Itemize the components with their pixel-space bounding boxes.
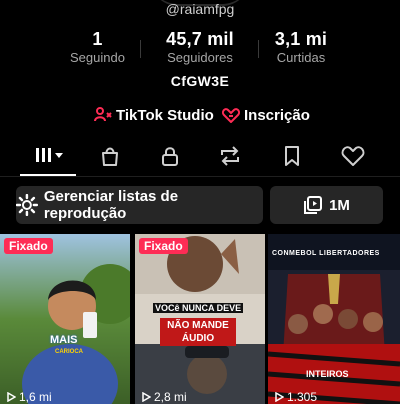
video-views: 1,6 mi [6, 390, 52, 404]
tab-videos[interactable] [23, 138, 73, 174]
stat-likes-value: 3,1 mi [274, 29, 328, 49]
stat-following[interactable]: 1 Seguindo [40, 28, 155, 68]
stat-followers[interactable]: 45,7 mil Seguidores [145, 28, 255, 68]
manage-playlists-button[interactable]: Gerenciar listas de reprodução [16, 186, 263, 224]
pinned-badge: Fixado [4, 238, 53, 254]
video-overlay-text: INTEIROS [306, 369, 349, 379]
play-icon [275, 392, 284, 402]
video-header-text: CONMEBOL LIBERTADORES [272, 250, 380, 257]
video-thumbnail[interactable]: CONMEBOL LIBERTADORES INTEIROS 1.305 [268, 234, 400, 404]
heart-icon [341, 146, 365, 166]
tabs-divider [0, 176, 400, 177]
stat-divider [140, 40, 141, 58]
video-overlay-text: VOCê NUNCA DEVE [153, 303, 244, 313]
tiktok-studio-link[interactable]: TikTok Studio [94, 104, 214, 126]
bookmark-icon [285, 146, 299, 166]
tab-liked[interactable] [328, 138, 378, 174]
repost-icon [221, 146, 239, 166]
stat-likes-label: Curtidas [276, 50, 326, 65]
stat-likes[interactable]: 3,1 mi Curtidas [250, 28, 352, 68]
shop-bag-icon [102, 147, 118, 166]
lock-icon [162, 147, 178, 166]
profile-tabs [0, 138, 400, 178]
gear-icon [16, 194, 38, 216]
video-views: 2,8 mi [141, 390, 187, 404]
video-thumbnail[interactable]: Fixado VOCê NUNCA DEVE NÃO MANDE ÁUDIO 2… [135, 234, 265, 404]
playlist-views-button[interactable]: 1M [270, 186, 383, 224]
stat-following-value: 1 [92, 29, 103, 49]
chevron-down-icon [55, 153, 63, 158]
pinned-badge: Fixado [139, 238, 188, 254]
video-overlay-box: NÃO MANDE ÁUDIO [160, 318, 236, 346]
playlist-icon [304, 196, 323, 214]
profile-bio: CfGW3E [170, 73, 230, 89]
video-thumbnail[interactable]: Fixado MAIS CARIOCA 1,6 mi [0, 234, 130, 404]
stat-following-label: Seguindo [70, 50, 125, 65]
subscription-label: Inscrição [244, 106, 310, 124]
tab-shop[interactable] [85, 138, 135, 174]
tab-reposts[interactable] [205, 138, 255, 174]
tab-saved[interactable] [267, 138, 317, 174]
tab-private[interactable] [145, 138, 195, 174]
subscription-link[interactable]: Inscrição [222, 104, 310, 126]
video-overlay-subtext: CARIOCA [55, 349, 83, 355]
video-views: 1.305 [274, 390, 317, 404]
video-1-image [0, 234, 130, 404]
play-icon [142, 392, 151, 402]
stat-followers-label: Seguidores [167, 50, 233, 65]
subscription-icon [222, 108, 240, 123]
video-views-count: 1,6 mi [19, 390, 52, 404]
video-views-count: 1.305 [287, 390, 318, 404]
grid-icon [36, 148, 63, 162]
stat-followers-value: 45,7 mil [166, 29, 234, 49]
video-views-count: 2,8 mi [154, 390, 187, 404]
profile-handle: @raiamfpg [165, 1, 235, 17]
play-icon [7, 392, 16, 402]
video-overlay-text: MAIS [50, 334, 78, 346]
tiktok-studio-label: TikTok Studio [116, 106, 214, 124]
manage-playlists-label: Gerenciar listas de reprodução [43, 188, 179, 222]
playlist-views-label: 1M [329, 196, 350, 214]
tiktok-studio-icon [94, 107, 112, 122]
